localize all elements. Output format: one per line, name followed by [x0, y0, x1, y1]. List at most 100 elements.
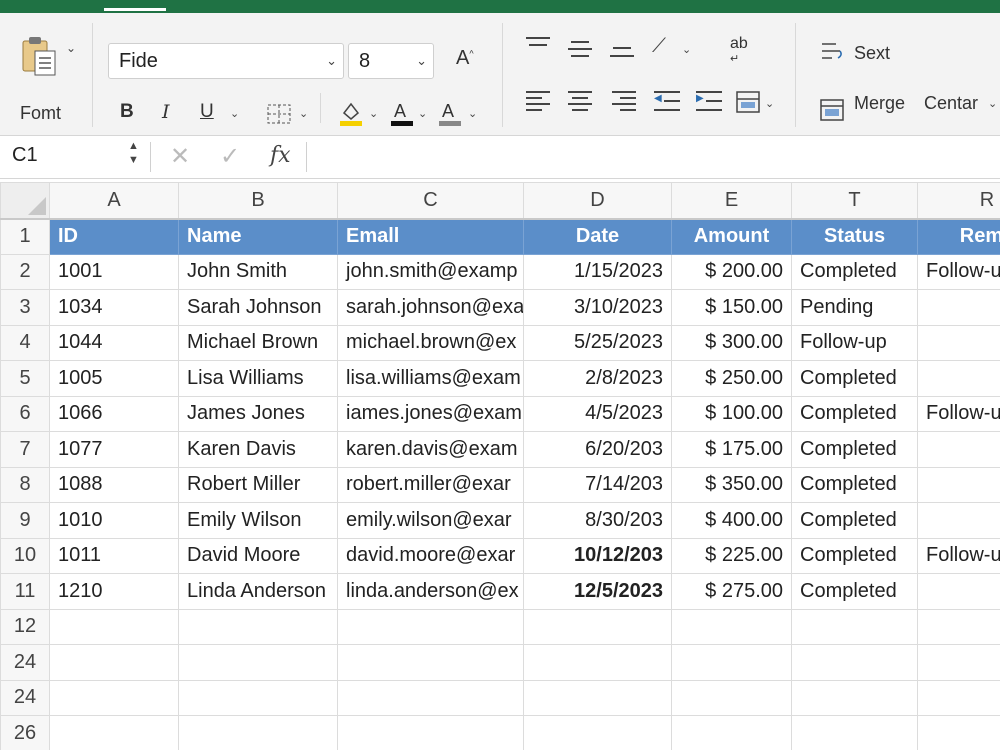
empty-cell[interactable] — [337, 608, 524, 645]
underline-dropdown-icon[interactable]: ⌄ — [230, 107, 239, 120]
column-header[interactable]: D — [523, 182, 672, 220]
fill-color-icon[interactable] — [339, 99, 363, 127]
font-size-select[interactable]: 8 ⌄ — [348, 43, 434, 79]
orientation-dropdown-icon[interactable]: ⌄ — [682, 43, 691, 56]
email-cell[interactable]: karen.davis@exam — [337, 431, 524, 468]
row-header[interactable]: 2 — [0, 253, 50, 290]
row-header[interactable]: 8 — [0, 466, 50, 503]
header-cell[interactable]: ID — [49, 218, 179, 255]
empty-cell[interactable] — [523, 644, 672, 681]
insert-function-icon[interactable]: fx — [270, 143, 291, 168]
id-cell[interactable]: 1044 — [49, 324, 179, 361]
amount-cell[interactable]: $ 200.00 — [671, 253, 792, 290]
header-cell[interactable]: Name — [178, 218, 338, 255]
date-cell[interactable]: 10/12/203 — [523, 537, 672, 574]
row-header[interactable]: 12 — [0, 608, 50, 645]
email-cell[interactable]: iames.jones@exam — [337, 395, 524, 432]
remarks-cell[interactable] — [917, 502, 1000, 539]
row-header[interactable]: 7 — [0, 431, 50, 468]
id-cell[interactable]: 1001 — [49, 253, 179, 290]
empty-cell[interactable] — [917, 679, 1000, 716]
status-cell[interactable]: Pending — [791, 289, 918, 326]
date-cell[interactable]: 5/25/2023 — [523, 324, 672, 361]
font-color-secondary-icon[interactable]: A — [438, 99, 462, 127]
date-cell[interactable]: 6/20/203 — [523, 431, 672, 468]
column-header[interactable]: E — [671, 182, 792, 220]
name-cell[interactable]: Emily Wilson — [178, 502, 338, 539]
font-color-icon[interactable]: A — [390, 99, 414, 127]
font-color-dropdown-icon[interactable]: ⌄ — [418, 107, 427, 120]
empty-cell[interactable] — [671, 715, 792, 750]
remarks-cell[interactable] — [917, 360, 1000, 397]
empty-cell[interactable] — [49, 679, 179, 716]
underline-button[interactable]: U — [200, 101, 214, 123]
date-cell[interactable]: 1/15/2023 — [523, 253, 672, 290]
empty-cell[interactable] — [337, 679, 524, 716]
spreadsheet-grid[interactable]: A B C D E T R 1 ID Name Emall Date Amoun… — [0, 182, 1000, 750]
row-header[interactable]: 4 — [0, 324, 50, 361]
name-cell[interactable]: Robert Miller — [178, 466, 338, 503]
status-cell[interactable]: Completed — [791, 253, 918, 290]
wrap-text-icon[interactable]: ab ↵ — [730, 36, 748, 66]
amount-cell[interactable]: $ 100.00 — [671, 395, 792, 432]
date-cell[interactable]: 12/5/2023 — [523, 573, 672, 610]
date-cell[interactable]: 2/8/2023 — [523, 360, 672, 397]
empty-cell[interactable] — [49, 715, 179, 750]
empty-cell[interactable] — [791, 644, 918, 681]
name-cell[interactable]: David Moore — [178, 537, 338, 574]
status-cell[interactable]: Completed — [791, 360, 918, 397]
remarks-cell[interactable] — [917, 289, 1000, 326]
email-cell[interactable]: linda.anderson@ex — [337, 573, 524, 610]
amount-cell[interactable]: $ 150.00 — [671, 289, 792, 326]
id-cell[interactable]: 1210 — [49, 573, 179, 610]
merge-cells-icon[interactable] — [736, 91, 760, 113]
header-cell[interactable]: Date — [523, 218, 672, 255]
remarks-cell[interactable]: Follow-u — [917, 253, 1000, 290]
date-cell[interactable]: 7/14/203 — [523, 466, 672, 503]
align-middle-button[interactable] — [568, 37, 592, 57]
empty-cell[interactable] — [917, 608, 1000, 645]
remarks-cell[interactable] — [917, 466, 1000, 503]
borders-icon[interactable] — [266, 103, 292, 125]
name-cell[interactable]: Lisa Williams — [178, 360, 338, 397]
empty-cell[interactable] — [178, 608, 338, 645]
column-header[interactable]: R — [917, 182, 1000, 220]
grow-font-button[interactable]: A^ — [456, 47, 474, 70]
fill-color-dropdown-icon[interactable]: ⌄ — [369, 107, 378, 120]
name-box-spinner-icon[interactable]: ▲ ▼ — [128, 139, 139, 167]
amount-cell[interactable]: $ 275.00 — [671, 573, 792, 610]
empty-cell[interactable] — [523, 679, 672, 716]
amount-cell[interactable]: $ 350.00 — [671, 466, 792, 503]
header-cell[interactable]: Emall — [337, 218, 524, 255]
bold-button[interactable]: B — [120, 101, 134, 123]
amount-cell[interactable]: $ 175.00 — [671, 431, 792, 468]
amount-cell[interactable]: $ 300.00 — [671, 324, 792, 361]
column-header[interactable]: A — [49, 182, 179, 220]
empty-cell[interactable] — [671, 608, 792, 645]
column-header[interactable]: T — [791, 182, 918, 220]
id-cell[interactable]: 1088 — [49, 466, 179, 503]
center-button[interactable]: Centar — [924, 93, 978, 114]
row-header[interactable]: 26 — [0, 715, 50, 750]
increase-indent-button[interactable]: ▶ — [696, 91, 722, 111]
row-header[interactable]: 6 — [0, 395, 50, 432]
status-cell[interactable]: Completed — [791, 537, 918, 574]
name-cell[interactable]: Sarah Johnson — [178, 289, 338, 326]
status-cell[interactable]: Completed — [791, 502, 918, 539]
remarks-cell[interactable] — [917, 573, 1000, 610]
row-header[interactable]: 10 — [0, 537, 50, 574]
empty-cell[interactable] — [523, 715, 672, 750]
id-cell[interactable]: 1005 — [49, 360, 179, 397]
status-cell[interactable]: Completed — [791, 573, 918, 610]
empty-cell[interactable] — [671, 679, 792, 716]
amount-cell[interactable]: $ 400.00 — [671, 502, 792, 539]
header-cell[interactable]: Amount — [671, 218, 792, 255]
empty-cell[interactable] — [49, 608, 179, 645]
font-name-select[interactable]: Fide ⌄ — [108, 43, 344, 79]
row-header[interactable]: 5 — [0, 360, 50, 397]
empty-cell[interactable] — [523, 608, 672, 645]
font-color-secondary-dropdown-icon[interactable]: ⌄ — [468, 107, 477, 120]
row-header[interactable]: 1 — [0, 218, 50, 255]
empty-cell[interactable] — [917, 715, 1000, 750]
name-cell[interactable]: Linda Anderson — [178, 573, 338, 610]
